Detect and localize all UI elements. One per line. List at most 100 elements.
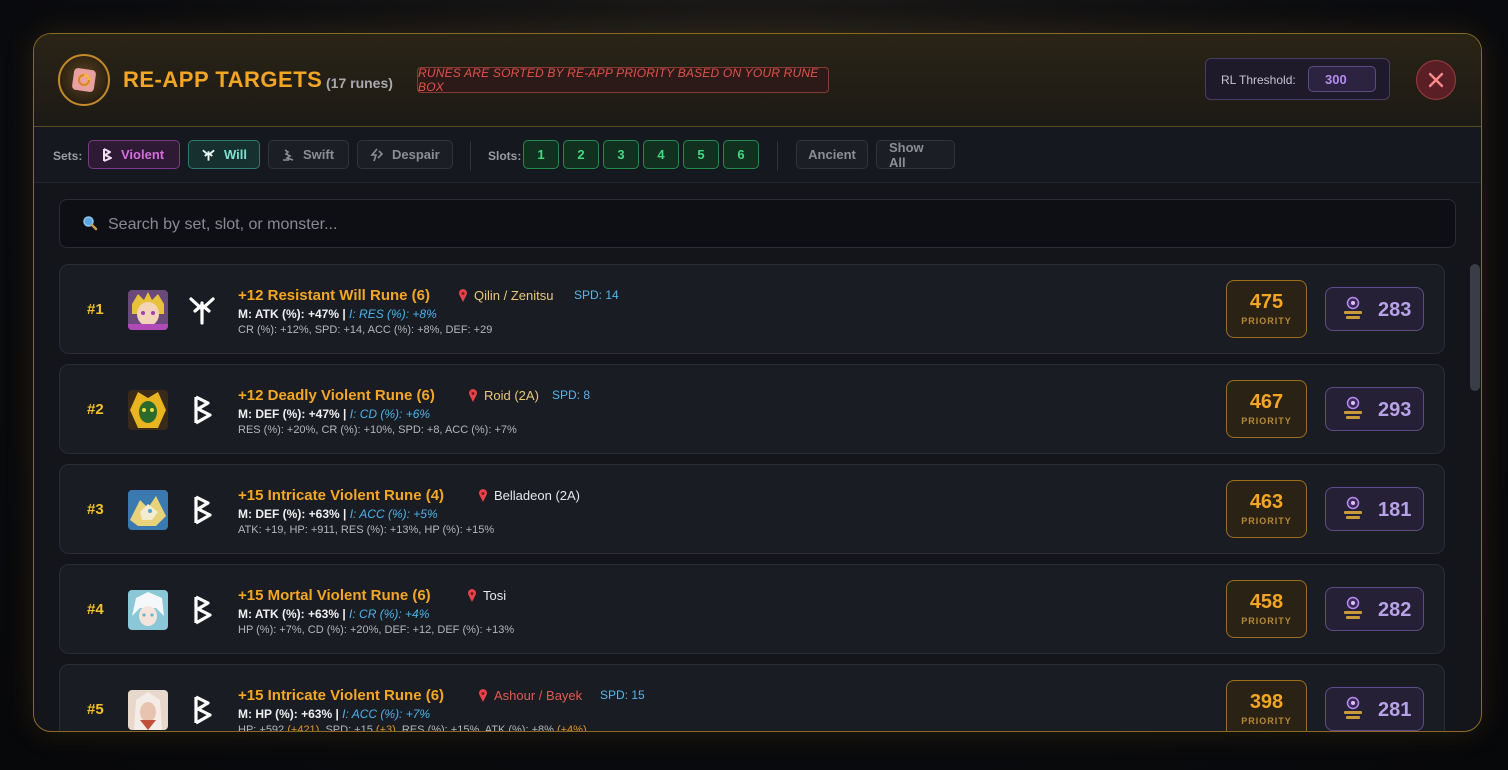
slot-filter-5[interactable]: 5 [683,140,719,169]
rune-lens-button[interactable]: 293 [1325,387,1424,431]
priority-badge: 463 PRIORITY [1226,480,1307,538]
priority-label: PRIORITY [1241,316,1292,326]
location-pin-icon [469,389,477,402]
rune-location: Belladeon (2A) [478,488,580,503]
rune-main-stat: M: DEF (%): +47% | I: CD (%): +6% [238,407,431,421]
rune-name: +12 Resistant Will Rune (6) [238,287,430,304]
rune-location: Tosi [467,588,506,603]
rune-name: +15 Mortal Violent Rune (6) [238,587,431,604]
set-filter-swift[interactable]: Swift [268,140,349,169]
rune-location: Ashour / Bayek [478,688,582,703]
filter-divider [470,141,471,171]
location-pin-icon [459,289,467,302]
close-button[interactable] [1416,60,1456,100]
rune-row[interactable]: #5 +15 Intricate Violent Rune (6) Ashour… [59,664,1445,732]
scrollbar-thumb[interactable] [1470,264,1480,391]
substat-text: , SPD: +15 [319,724,376,732]
search-icon [83,216,98,231]
rune-lens-icon [1344,296,1362,319]
slot-filter-6[interactable]: 6 [723,140,759,169]
rune-speed: SPD: 14 [574,288,619,302]
substat-gain: (+3) [375,724,396,732]
rune-name: +15 Intricate Violent Rune (4) [238,487,445,504]
priority-label: PRIORITY [1241,616,1292,626]
slot-filter-1[interactable]: 1 [523,140,559,169]
rune-location: Roid (2A) [468,388,539,403]
rune-main-stat: M: DEF (%): +63% | I: ACC (%): +5% [238,507,438,521]
rune-lens-button[interactable]: 181 [1325,487,1424,531]
substat-gain: (+421) [287,724,320,732]
list-scrollbar[interactable] [1470,264,1480,731]
monster-portrait-icon [128,490,168,530]
rune-row[interactable]: #2 +12 Deadly Violent Rune (6) Roid (2A) [59,364,1445,454]
rune-substats: RES (%): +20%, CR (%): +10%, SPD: +8, AC… [238,424,517,436]
set-filter-despair[interactable]: Despair [357,140,453,169]
rune-count: (17 runes) [326,75,393,91]
rune-name: +15 Intricate Violent Rune (6) [238,687,445,704]
rune-lens-value: 282 [1378,599,1412,621]
slot-filter-3[interactable]: 3 [603,140,639,169]
priority-value: 463 [1249,491,1284,513]
rune-location: Qilin / Zenitsu [458,288,553,303]
monster-name: Ashour / Bayek [494,688,583,703]
set-filter-will[interactable]: Will [188,140,260,169]
filter-divider [777,141,778,171]
violent-set-icon [194,595,212,625]
substat-text: HP: +592 [238,724,288,732]
rune-lens-icon [1344,696,1362,719]
rune-substats: CR (%): +12%, SPD: +14, ACC (%): +8%, DE… [238,324,493,336]
rune-lens-icon [1344,596,1362,619]
priority-label: PRIORITY [1241,416,1292,426]
rune-lens-icon [1344,396,1362,419]
main-stat-value: M: ATK (%): +63% [238,607,340,621]
slot-filter-2[interactable]: 2 [563,140,599,169]
swift-set-icon [283,148,294,161]
rune-lens-value: 283 [1378,299,1412,321]
rune-lens-button[interactable]: 281 [1325,687,1424,731]
rune-substats: HP (%): +7%, CD (%): +20%, DEF: +12, DEF… [238,624,515,636]
set-filter-violent[interactable]: Violent [88,140,180,169]
main-stat-value: M: ATK (%): +47% [238,307,340,321]
rune-rank: #2 [87,401,104,418]
show-all-button[interactable]: Show All [876,140,955,170]
search-box [59,199,1456,249]
priority-badge: 475 PRIORITY [1226,280,1307,338]
rl-threshold-label: RL Threshold: [1221,73,1296,87]
rune-lens-value: 281 [1378,699,1412,721]
monster-portrait-icon [128,590,168,630]
rune-rank: #1 [87,301,104,318]
priority-value: 398 [1249,691,1284,713]
rune-lens-icon [1344,496,1362,519]
priority-badge: 398 PRIORITY [1226,680,1307,731]
substat-gain: (+4%) [556,724,587,732]
violent-set-icon [103,147,112,162]
page-title: RE-APP TARGETS [123,67,323,92]
app-logo [58,54,110,106]
rune-name: +12 Deadly Violent Rune (6) [238,387,435,404]
rune-row[interactable]: #4 +15 Mortal Violent Rune (6) Tosi M: A… [59,564,1445,654]
search-input[interactable] [106,200,1410,249]
innate-stat: I: ACC (%): +7% [342,707,431,721]
monster-name: Qilin / Zenitsu [474,288,554,303]
rl-threshold-input[interactable] [1308,66,1376,92]
rune-row[interactable]: #3 +15 Intricate Violent Rune (4) Bellad… [59,464,1445,554]
re-app-targets-modal: RE-APP TARGETS (17 runes) RUNES ARE SORT… [33,33,1482,732]
rune-logo-icon [72,68,96,92]
set-filter-label: Swift [303,147,335,162]
will-set-icon [202,149,215,161]
rune-lens-button[interactable]: 283 [1325,287,1424,331]
sets-label: Sets: [53,149,83,163]
rune-row[interactable]: #1 +12 Resistant Will Rune (6) Qilin / Z [59,264,1445,354]
set-filter-label: Despair [392,147,440,162]
monster-avatar [128,290,168,330]
rune-substats: ATK: +19, HP: +911, RES (%): +13%, HP (%… [238,524,495,536]
main-stat-value: M: HP (%): +63% [238,707,333,721]
priority-value: 467 [1249,391,1284,413]
location-pin-icon [468,589,476,602]
slot-filter-4[interactable]: 4 [643,140,679,169]
rune-lens-button[interactable]: 282 [1325,587,1424,631]
monster-avatar [128,490,168,530]
ancient-filter-button[interactable]: Ancient [796,140,868,169]
rune-speed: SPD: 15 [600,688,645,702]
monster-avatar [128,390,168,430]
